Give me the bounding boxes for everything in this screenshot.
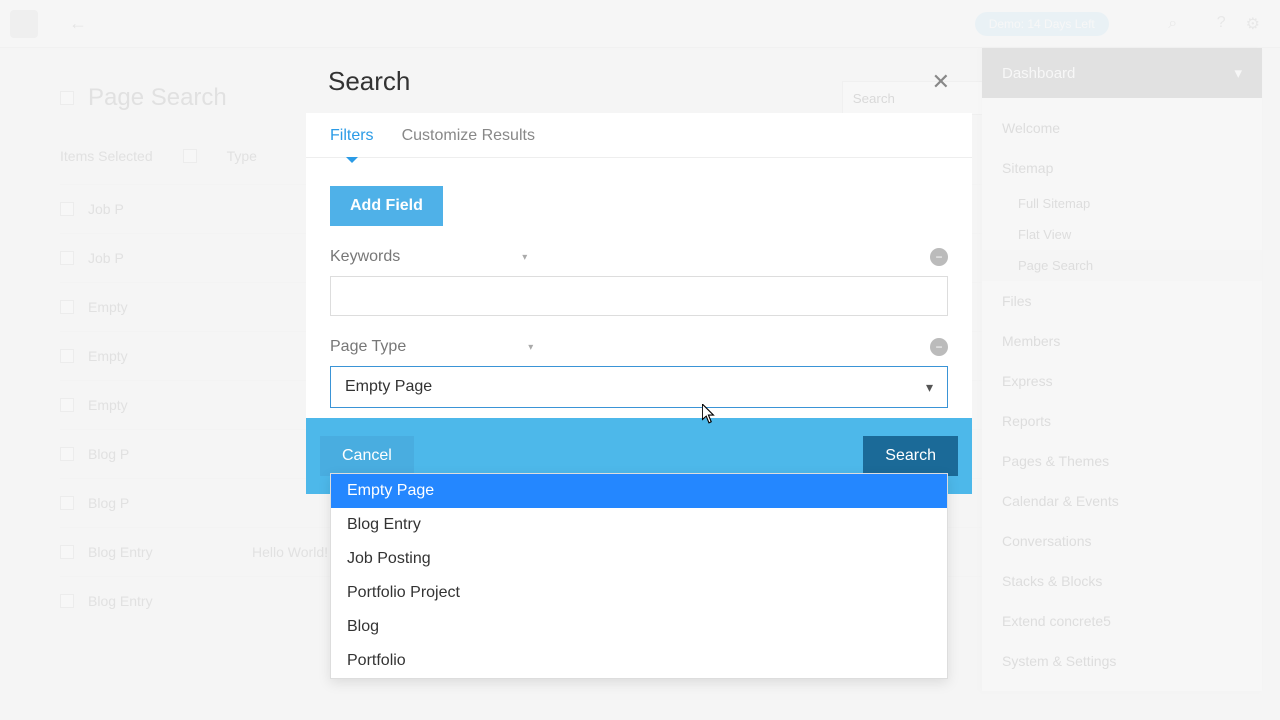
chevron-down-icon[interactable] — [528, 342, 533, 353]
tab-filters[interactable]: Filters — [330, 127, 374, 145]
cancel-button[interactable]: Cancel — [320, 436, 414, 476]
chevron-down-icon[interactable] — [522, 252, 527, 263]
modal-tabs: Filters Customize Results — [306, 113, 972, 158]
search-button[interactable]: Search — [863, 436, 958, 476]
advanced-search-modal: Search ✕ Filters Customize Results Add F… — [306, 56, 972, 494]
close-icon[interactable]: ✕ — [932, 69, 950, 95]
remove-field-button[interactable]: − — [930, 248, 948, 266]
chevron-down-icon: ▾ — [926, 379, 933, 396]
dropdown-option[interactable]: Blog — [331, 610, 947, 644]
page-type-label: Page Type — [330, 338, 406, 356]
keywords-field: Keywords − — [330, 248, 948, 316]
dropdown-option[interactable]: Empty Page — [331, 474, 947, 508]
dropdown-option[interactable]: Blog Entry — [331, 508, 947, 542]
modal-title: Search — [328, 66, 410, 97]
keywords-label: Keywords — [330, 248, 400, 266]
page-type-field: Page Type − Empty Page ▾ — [330, 338, 948, 408]
dropdown-option[interactable]: Portfolio — [331, 644, 947, 678]
dropdown-option[interactable]: Portfolio Project — [331, 576, 947, 610]
tab-customize-results[interactable]: Customize Results — [402, 127, 535, 145]
remove-field-button[interactable]: − — [930, 338, 948, 356]
dropdown-option[interactable]: Job Posting — [331, 542, 947, 576]
keywords-input[interactable] — [330, 276, 948, 316]
page-type-select[interactable]: Empty Page ▾ — [330, 366, 948, 408]
page-type-selected-value: Empty Page — [345, 378, 432, 396]
add-field-button[interactable]: Add Field — [330, 186, 443, 226]
page-type-dropdown: Empty PageBlog EntryJob PostingPortfolio… — [330, 473, 948, 679]
